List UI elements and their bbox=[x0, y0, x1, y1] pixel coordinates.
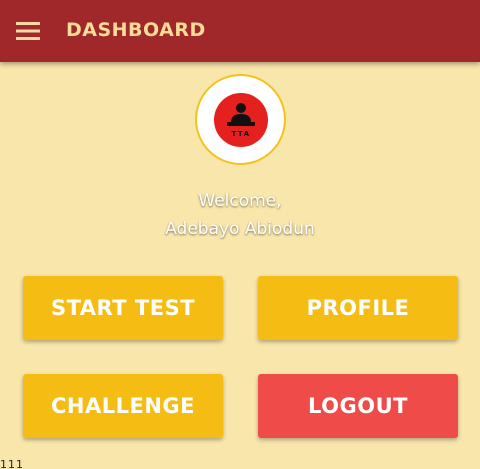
hamburger-menu-icon bbox=[16, 22, 40, 40]
clipped-text: 111 bbox=[0, 460, 24, 469]
menu-button[interactable] bbox=[12, 17, 44, 45]
app-title: DASHBOARD bbox=[66, 19, 206, 41]
profile-button[interactable]: PROFILE bbox=[258, 276, 458, 340]
avatar-logo-text: TTA bbox=[231, 130, 250, 138]
avatar[interactable]: TTA bbox=[195, 74, 286, 165]
welcome-greeting: Welcome, bbox=[198, 191, 282, 211]
logout-button[interactable]: LOGOUT bbox=[258, 374, 458, 438]
user-at-desk-logo: TTA bbox=[213, 92, 268, 147]
app-bar: DASHBOARD bbox=[0, 0, 480, 62]
start-test-button[interactable]: START TEST bbox=[23, 276, 223, 340]
challenge-button[interactable]: CHALLENGE bbox=[23, 374, 223, 438]
welcome-user-name: Adebayo Abiodun bbox=[165, 219, 315, 239]
